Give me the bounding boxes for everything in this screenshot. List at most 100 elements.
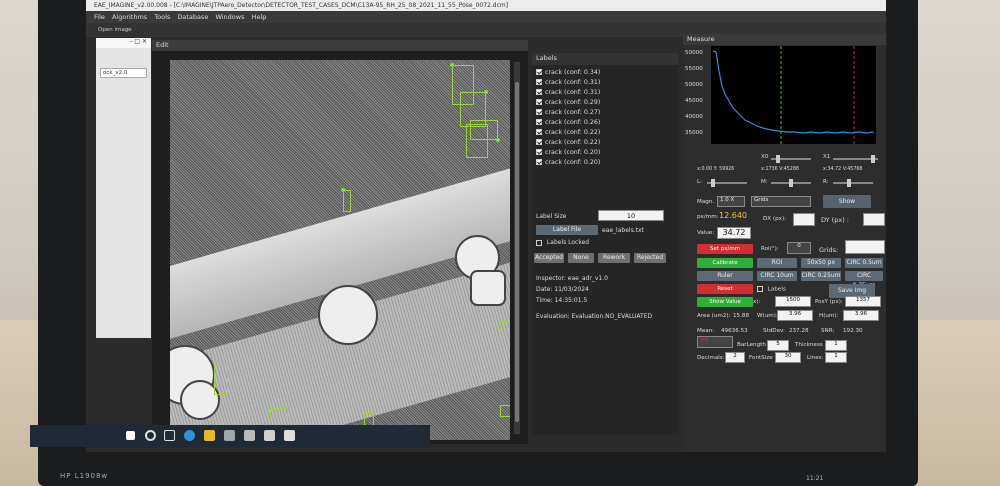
label-file-button[interactable]: Label File [536, 225, 598, 235]
scrollbar-thumb[interactable] [515, 82, 519, 422]
box-handle[interactable] [341, 188, 345, 192]
pos-y-input[interactable]: 1357 [845, 296, 881, 307]
label-item[interactable]: crack (conf: 0.29) [532, 98, 678, 108]
label-item[interactable]: crack (conf: 0.20) [532, 158, 678, 168]
slider-knob[interactable] [871, 155, 875, 163]
xray-image[interactable] [170, 60, 510, 440]
label-checkbox[interactable] [536, 159, 542, 165]
label-checkbox[interactable] [536, 119, 542, 125]
checkbox-box[interactable] [757, 286, 763, 292]
label-item[interactable]: crack (conf: 0.20) [532, 148, 678, 158]
labels-locked-checkbox[interactable]: Labels Locked [536, 239, 589, 246]
rejected-button[interactable]: Rejected [634, 253, 666, 263]
label-checkbox[interactable] [536, 69, 542, 75]
window-controls[interactable]: – □ ✕ [96, 38, 151, 48]
menu-windows[interactable]: Windows [215, 13, 244, 21]
label-checkbox[interactable] [536, 79, 542, 85]
slider-knob[interactable] [789, 179, 793, 187]
label-checkbox[interactable] [536, 149, 542, 155]
circ-075um-button[interactable]: CIRC 0.75um [845, 271, 883, 289]
checkbox-box[interactable] [536, 239, 542, 246]
decimals-spinner[interactable]: 2 [725, 352, 745, 363]
calibrate-button[interactable]: Calibrate [697, 258, 753, 268]
box-handle[interactable] [496, 138, 500, 142]
roi-size-button[interactable]: 50x50 px [801, 258, 841, 268]
font-size-spinner[interactable]: 30 [775, 352, 801, 363]
task-view-icon[interactable] [164, 430, 175, 441]
windows-start-icon[interactable] [126, 431, 135, 440]
box-handle[interactable] [484, 90, 488, 94]
file-explorer-icon[interactable] [204, 430, 215, 441]
store-icon[interactable] [224, 430, 235, 441]
image-scrollbar[interactable] [514, 62, 520, 434]
pos-x-input[interactable]: 1500 [775, 296, 811, 307]
slider-knob[interactable] [847, 179, 851, 187]
circ-10um-button[interactable]: CIRC 10um [757, 271, 797, 281]
x1-slider[interactable] [833, 155, 878, 163]
label-item[interactable]: crack (conf: 0.27) [532, 108, 678, 118]
set-px-mm-button[interactable]: Set px/mm [697, 244, 753, 254]
circ-025um-button[interactable]: CIRC 0.25um [801, 271, 841, 281]
crack-box[interactable] [343, 190, 351, 212]
roi-angle-spinner[interactable]: 0 [787, 242, 811, 254]
crack-box[interactable] [466, 124, 488, 158]
mail-icon[interactable] [244, 430, 255, 441]
crack-box[interactable] [270, 408, 288, 418]
roi-button[interactable]: ROI [757, 258, 797, 268]
grids-input[interactable] [845, 240, 885, 254]
slider-knob[interactable] [711, 179, 715, 187]
menu-database[interactable]: Database [177, 13, 208, 21]
open-image-button[interactable]: Open image [98, 27, 132, 33]
menu-algorithms[interactable]: Algorithms [112, 13, 147, 21]
search-icon[interactable] [145, 430, 156, 441]
label-item[interactable]: crack (conf: 0.31) [532, 88, 678, 98]
box-handle[interactable] [450, 63, 454, 67]
label-item[interactable]: crack (conf: 0.26) [532, 118, 678, 128]
label-checkbox[interactable] [536, 129, 542, 135]
label-size-input[interactable]: 10 [598, 210, 664, 221]
label-item[interactable]: crack (conf: 0.22) [532, 128, 678, 138]
h-input[interactable]: 3.96 [843, 310, 879, 321]
dx-input[interactable] [793, 213, 815, 226]
labels-checkbox[interactable]: Labels [757, 286, 786, 293]
ruler-button[interactable]: Ruler [697, 271, 753, 281]
label-item[interactable]: crack (conf: 0.34) [532, 68, 678, 78]
label-checkbox[interactable] [536, 89, 542, 95]
grids-select[interactable]: Grids [751, 196, 811, 207]
w-input[interactable]: 3.96 [777, 310, 813, 321]
label-checkbox[interactable] [536, 109, 542, 115]
label-checkbox[interactable] [536, 139, 542, 145]
app-icon[interactable] [264, 430, 275, 441]
x0-slider[interactable] [771, 155, 811, 163]
label-item[interactable]: crack (conf: 0.31) [532, 78, 678, 88]
bar-length-spinner[interactable]: 5 [767, 340, 789, 351]
menu-tools[interactable]: Tools [154, 13, 170, 21]
accepted-button[interactable]: Accepted [534, 253, 564, 263]
value-field[interactable]: 34.72 [717, 227, 751, 239]
none-button[interactable]: None [568, 253, 594, 263]
crack-box[interactable] [500, 322, 510, 332]
label-item[interactable]: crack (conf: 0.22) [532, 138, 678, 148]
rework-button[interactable]: Rework [598, 253, 630, 263]
profile-plot[interactable] [711, 46, 876, 144]
crack-box[interactable] [500, 405, 510, 417]
magn-select[interactable]: 1.0 X [717, 196, 745, 207]
circ-05um-button[interactable]: CIRC 0.5um [845, 258, 883, 268]
lines-spinner[interactable]: 1 [825, 352, 847, 363]
slider-knob[interactable] [776, 155, 780, 163]
color-select[interactable]: red [697, 336, 733, 348]
reset-button[interactable]: Reset [697, 284, 753, 294]
bg-window-field[interactable]: ock_v2.0 [100, 68, 147, 78]
menu-file[interactable]: File [94, 13, 105, 21]
imagine-app-icon[interactable] [284, 430, 295, 441]
thickness-spinner[interactable]: 1 [825, 340, 847, 351]
menu-help[interactable]: Help [252, 13, 267, 21]
label-checkbox[interactable] [536, 99, 542, 105]
edge-browser-icon[interactable] [184, 430, 195, 441]
m-slider[interactable] [771, 179, 811, 187]
crack-box[interactable] [214, 365, 228, 395]
show-button[interactable]: Show [823, 195, 871, 208]
dy-input[interactable] [863, 213, 885, 226]
show-value-button[interactable]: Show Value [697, 297, 753, 307]
r-slider[interactable] [833, 179, 873, 187]
